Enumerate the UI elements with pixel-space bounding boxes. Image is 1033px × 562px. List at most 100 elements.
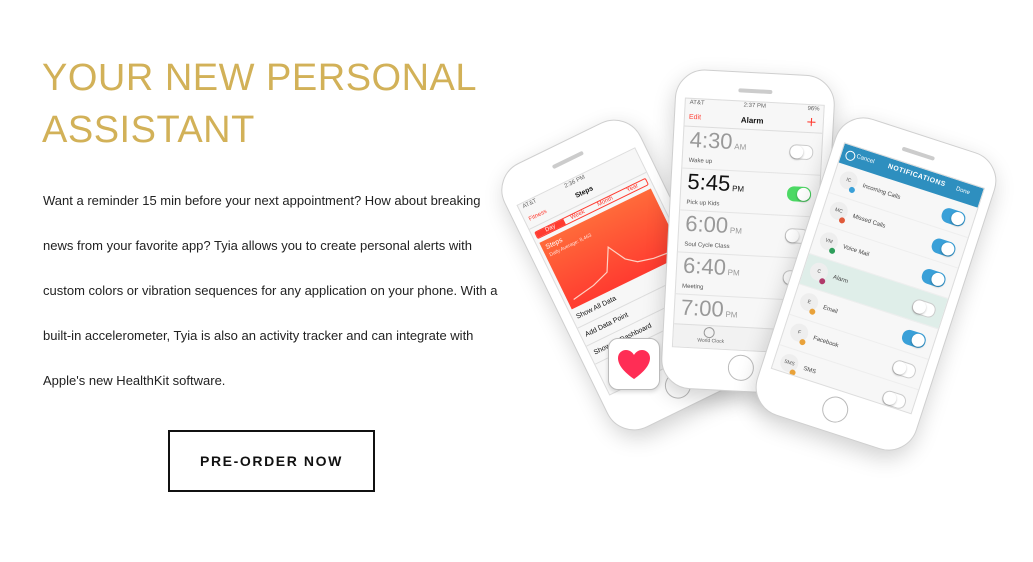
- notification-avatar: MC: [827, 199, 851, 223]
- alarm-nav-bar: Edit Alarm +: [684, 109, 824, 134]
- alarm-label: Pick up Kids: [686, 199, 720, 208]
- notification-color-dot: [818, 277, 826, 286]
- done-button[interactable]: Done: [955, 186, 970, 196]
- notification-toggle[interactable]: [890, 358, 918, 381]
- alarm-row[interactable]: 6:40PM Meeting: [675, 252, 816, 302]
- alarm-time-value: 6:00: [684, 210, 729, 238]
- steps-graph: [573, 245, 675, 301]
- alarm-row[interactable]: 6:00PM Soul Cycle Class: [677, 210, 818, 260]
- notification-toggle[interactable]: [910, 297, 938, 320]
- steps-card-title: Steps: [544, 236, 564, 251]
- notification-avatar: VM: [817, 230, 841, 253]
- home-button: [727, 354, 755, 382]
- notification-toggle[interactable]: [900, 328, 928, 350]
- notification-avatar: F: [787, 321, 811, 344]
- phone-speaker: [901, 146, 936, 161]
- pre-order-button[interactable]: PRE-ORDER NOW: [168, 430, 375, 492]
- notification-toggle[interactable]: [939, 206, 968, 229]
- health-app-tile: [608, 338, 660, 390]
- notification-row[interactable]: IC Incoming Calls: [828, 162, 978, 239]
- home-button: [818, 393, 852, 426]
- alarm-toggle[interactable]: [786, 186, 812, 203]
- add-data-point-row[interactable]: Add Data Point: [577, 271, 704, 347]
- show-all-data-row[interactable]: Show All Data: [569, 253, 695, 329]
- alarm-time-value: 6:40: [682, 252, 727, 280]
- status-bar: AT&T 2:36 PM: [518, 149, 640, 217]
- steps-title: Steps: [574, 185, 595, 200]
- notification-color-dot: [788, 368, 797, 377]
- alarm-toggle[interactable]: [782, 269, 808, 287]
- plus-icon[interactable]: +: [806, 115, 818, 131]
- alarm-row[interactable]: 5:45PM Pick up Kids: [680, 168, 821, 218]
- alarm-time: 4:30AM: [689, 127, 822, 165]
- alarm-ampm: PM: [725, 309, 738, 320]
- tab-world-clock[interactable]: World Clock: [697, 337, 724, 344]
- notification-row[interactable]: C Alarm: [799, 253, 948, 330]
- period-segmented-control: Day Week Month Year: [534, 177, 650, 240]
- carrier-label: AT&T: [689, 99, 705, 107]
- health-screen: AT&T 2:36 PM Fitness Steps Day Week Mont…: [516, 147, 729, 396]
- clock-label: 2:37 PM: [743, 102, 767, 110]
- notifications-header: Cancel NOTIFICATIONS Done: [838, 143, 984, 208]
- notification-label: Voice Mail: [841, 244, 870, 259]
- status-bar: AT&T 2:37 PM 96%: [685, 99, 823, 117]
- notification-avatar: C: [807, 260, 831, 284]
- notification-color-dot: [798, 338, 807, 346]
- notification-avatar: SMS: [777, 351, 801, 375]
- intro-paragraph: Want a reminder 15 min before your next …: [43, 193, 498, 388]
- notification-label: Alarm: [832, 274, 849, 286]
- notification-toggle[interactable]: [880, 388, 908, 411]
- phone-alarm-app: AT&T 2:37 PM 96% Edit Alarm + 4:30AM Wake…: [659, 68, 837, 396]
- notification-color-dot: [838, 216, 846, 225]
- notifications-screen: Cancel NOTIFICATIONS Done IC Incoming Cal…: [770, 142, 986, 415]
- notification-color-dot: [808, 307, 817, 316]
- edit-button[interactable]: Edit: [689, 114, 701, 122]
- notification-list: IC Incoming Calls MC Missed Calls VM Voice Ma…: [770, 162, 978, 415]
- notification-row[interactable]: E Email: [789, 284, 939, 360]
- home-button: [660, 368, 696, 403]
- alarm-time-value: 4:30: [689, 126, 734, 155]
- notification-avatar: E: [797, 290, 821, 314]
- alarm-ampm: AM: [734, 142, 747, 152]
- show-on-dashboard-row[interactable]: Show on Dashboard: [586, 289, 713, 365]
- alarm-row[interactable]: 4:30AM Wake up: [682, 126, 823, 176]
- notification-toggle[interactable]: [919, 267, 948, 289]
- pre-order-button-label: PRE-ORDER NOW: [200, 453, 343, 469]
- alarm-label: Wake up: [688, 157, 713, 166]
- alarm-list: 4:30AM Wake up 5:45PM Pick up Kids 6:00PM Sou…: [673, 126, 823, 344]
- nav-bar: Fitness Steps: [523, 159, 647, 230]
- phone-notifications-app: Cancel NOTIFICATIONS Done IC Incoming Cal…: [747, 109, 1005, 459]
- alarm-toggle[interactable]: [780, 311, 805, 329]
- alarm-time: 6:40PM: [682, 253, 815, 291]
- notification-label: Email: [822, 304, 839, 316]
- notification-row[interactable]: SMS SMS: [770, 345, 919, 415]
- alarm-clock-icon: [790, 331, 800, 341]
- notification-row[interactable]: F Facebook: [779, 314, 929, 391]
- alarm-toggle[interactable]: [788, 144, 814, 161]
- alarm-row[interactable]: 7:00PM Call Mom: [673, 294, 814, 344]
- notification-toggle[interactable]: [929, 236, 958, 259]
- page-headline: YOUR NEW PERSONAL ASSISTANT: [42, 52, 502, 156]
- notification-row[interactable]: MC Missed Calls: [818, 192, 968, 269]
- notification-avatar: IC: [837, 169, 860, 192]
- alarm-time: 6:00PM: [684, 211, 817, 249]
- headline-line-1: YOUR NEW PERSONAL: [42, 57, 478, 99]
- alarm-ampm: PM: [727, 267, 740, 278]
- carrier-label: AT&T: [521, 198, 538, 211]
- headline-line-2: ASSISTANT: [42, 109, 255, 151]
- alarm-label: Soul Cycle Class: [684, 241, 730, 251]
- segment-day: Day: [535, 219, 566, 238]
- alarm-time-value: 5:45: [686, 168, 731, 196]
- alarm-title: Alarm: [740, 115, 764, 126]
- segment-week: Week: [569, 209, 587, 222]
- alarm-screen: AT&T 2:37 PM 96% Edit Alarm + 4:30AM Wake…: [671, 97, 825, 355]
- alarm-time: 5:45PM: [687, 169, 820, 207]
- alarm-time-value: 7:00: [680, 294, 725, 322]
- notifications-title: NOTIFICATIONS: [886, 163, 947, 189]
- segment-month: Month: [596, 195, 615, 209]
- alarm-toggle[interactable]: [784, 227, 810, 245]
- cancel-button[interactable]: Cancel: [855, 154, 875, 165]
- tab-alarm[interactable]: Alarm: [788, 342, 801, 349]
- notification-row[interactable]: VM Voice Mail: [809, 223, 958, 299]
- clock-label: 2:36 PM: [563, 174, 587, 190]
